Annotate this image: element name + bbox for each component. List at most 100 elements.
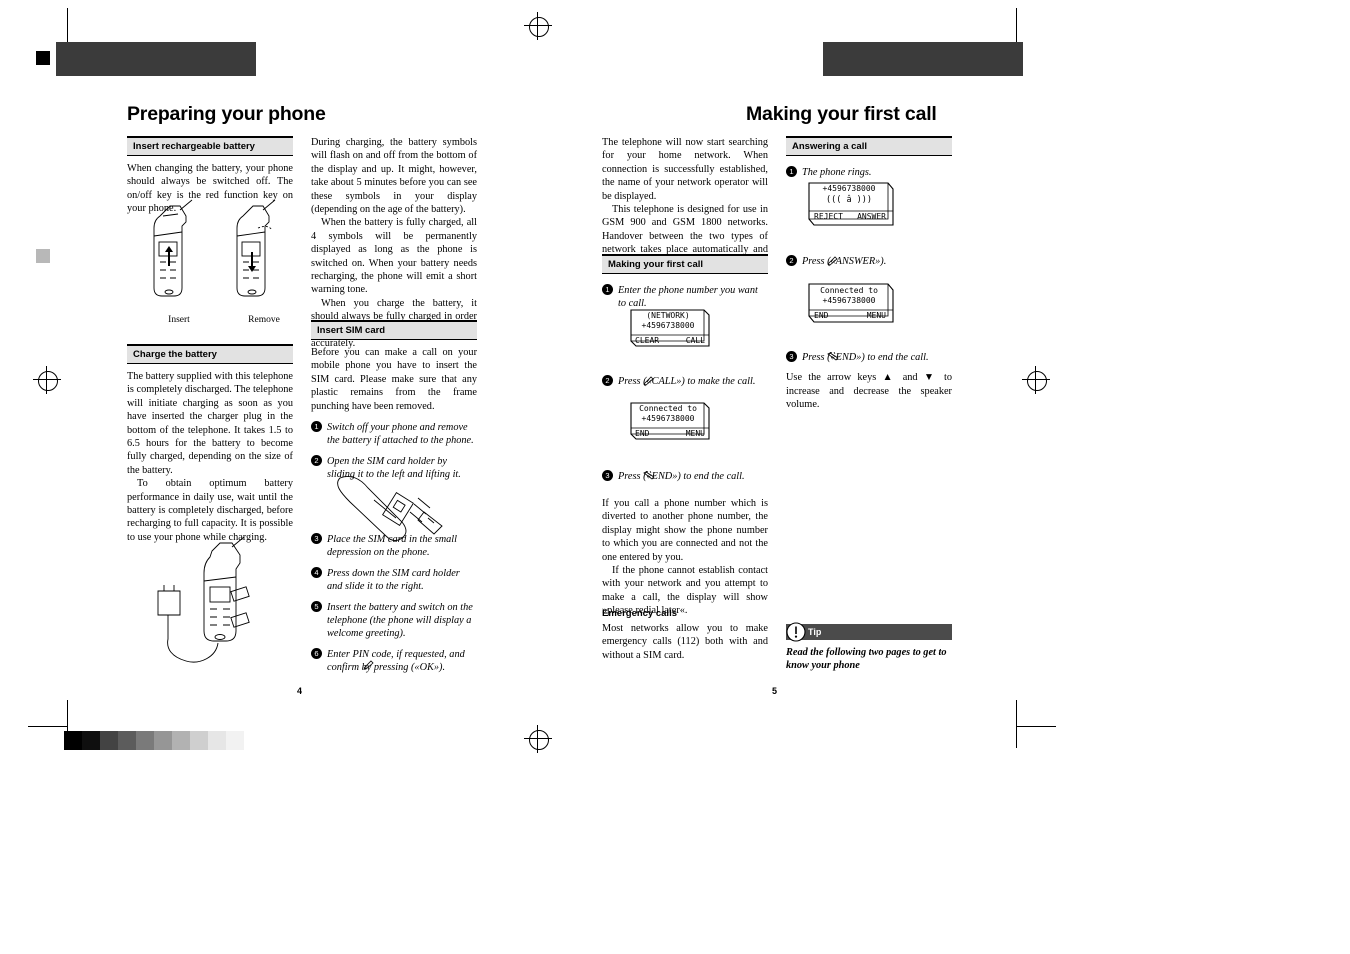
page-number-left: 4 bbox=[297, 686, 303, 696]
step-number-2: 2 bbox=[786, 255, 797, 266]
answer-step-1-text: The phone rings. bbox=[802, 167, 872, 178]
key-icon-answer bbox=[827, 256, 838, 270]
answer-step-1: 1 The phone rings. bbox=[786, 166, 952, 179]
lcd-connected-right-line1: Connected to bbox=[820, 286, 878, 295]
lcd-connected-display-right: Connected to +4596738000 END MENU bbox=[806, 281, 896, 325]
sim-step-4-text: Press down the SIM card holder and slide… bbox=[327, 567, 460, 593]
sim-step-1: 1 Switch off your phone and remove the b… bbox=[311, 421, 477, 448]
lcd-connected-right-softkey-left: END bbox=[814, 311, 829, 320]
sim-step-6: 6 Enter PIN code, if requested, and conf… bbox=[311, 647, 477, 675]
side-marker-gray bbox=[36, 249, 50, 263]
step-number-1: 1 bbox=[311, 421, 322, 433]
step-number-3: 3 bbox=[786, 351, 797, 362]
lcd-connected-line2: +4596738000 bbox=[641, 414, 695, 423]
tip-heading: Tip bbox=[786, 624, 952, 640]
answer-step-2: 2 Press («ANSWER»). bbox=[786, 255, 952, 268]
step-number-1: 1 bbox=[786, 166, 797, 177]
section-heading-making-first-call: Making your first call bbox=[602, 254, 768, 274]
figure-caption-insert: Insert bbox=[168, 315, 190, 325]
lcd-connected-softkey-right: MENU bbox=[685, 429, 705, 438]
step-number-4: 4 bbox=[311, 566, 322, 578]
lcd-network-line2: +4596738000 bbox=[641, 321, 695, 330]
registration-mark-top bbox=[524, 12, 552, 40]
lcd-connected-right-line2: +4596738000 bbox=[822, 296, 876, 305]
crop-mark-left-top bbox=[28, 726, 68, 727]
registration-mark-right bbox=[1022, 366, 1050, 394]
charging-p1: During charging, the battery symbols wil… bbox=[311, 137, 477, 216]
tip-box: Tip Read the following two pages to get … bbox=[786, 624, 952, 673]
figure-insert-remove-battery bbox=[140, 192, 300, 322]
figure-caption-remove: Remove bbox=[248, 315, 280, 325]
lcd-connected-line1: Connected to bbox=[639, 404, 697, 413]
subheading-emergency-calls: Emergency calls bbox=[602, 608, 677, 619]
tip-body: Read the following two pages to get to k… bbox=[786, 647, 947, 672]
right-col2-step3: 3 Press («END») to end the call. Use the… bbox=[786, 351, 952, 412]
sim-step-1-text: Switch off your phone and remove the bat… bbox=[327, 422, 474, 447]
key-icon-call bbox=[643, 376, 654, 390]
right-page-title: Making your first call bbox=[746, 103, 937, 125]
crop-mark-bottom-right bbox=[1016, 700, 1017, 748]
tip-exclamation-icon bbox=[786, 622, 806, 647]
registration-mark-left bbox=[33, 366, 61, 394]
step-number-2: 2 bbox=[311, 454, 322, 466]
answer-step-2-text: Press («ANSWER»). bbox=[802, 256, 887, 267]
section-heading-insert-sim: Insert SIM card bbox=[311, 320, 477, 340]
left-col1-charge: Charge the battery The battery supplied … bbox=[127, 344, 293, 544]
answer-step-3: 3 Press («END») to end the call. bbox=[786, 351, 952, 364]
lcd-network-softkey-left: CLEAR bbox=[635, 336, 660, 345]
right-col1: The telephone will now start searching f… bbox=[602, 136, 768, 270]
key-icon-end bbox=[643, 470, 655, 485]
section-heading-insert-battery: Insert rechargeable battery bbox=[127, 136, 293, 156]
step-number-2: 2 bbox=[602, 375, 613, 386]
section-heading-charge-battery: Charge the battery bbox=[127, 344, 293, 364]
document-page: Preparing your phone Insert rechargeable… bbox=[0, 0, 1350, 954]
call-step-2-text: Press («CALL») to make the call. bbox=[618, 376, 756, 387]
lcd-incoming-number: +4596738000 bbox=[822, 184, 876, 193]
lcd-connected-display: Connected to +4596738000 END MENU bbox=[628, 400, 712, 442]
call-step-1-text: Enter the phone number you want to call. bbox=[618, 285, 758, 310]
answer-step-3-text: Press («END») to end the call. bbox=[802, 352, 929, 363]
lcd-incoming-ring-icon: ((( â ))) bbox=[825, 195, 873, 205]
charge-battery-p1: The battery supplied with this telephone… bbox=[127, 371, 293, 476]
header-bar-left bbox=[56, 42, 256, 76]
lcd-incoming-softkey-answer: ANSWER bbox=[857, 212, 886, 221]
step-number-1: 1 bbox=[602, 284, 613, 295]
network-p1: The telephone will now start searching f… bbox=[602, 137, 768, 202]
lcd-network-display: (NETWORK) +4596738000 CLEAR CALL bbox=[628, 307, 712, 349]
sim-step-6-text: Enter PIN code, if requested, and confir… bbox=[327, 648, 465, 674]
call-step-3: 3 Press («END») to end the call. bbox=[602, 470, 768, 483]
key-icon-end-right bbox=[827, 351, 839, 366]
step-number-3: 3 bbox=[311, 533, 322, 544]
diverted-p1: If you call a phone number which is dive… bbox=[602, 498, 768, 563]
color-swatch-strip bbox=[64, 731, 244, 750]
volume-note: Use the arrow keys ▲ and ▼ to increase a… bbox=[786, 372, 952, 411]
crop-mark-right-top bbox=[1016, 726, 1056, 727]
section-heading-answering-call: Answering a call bbox=[786, 136, 952, 156]
lcd-connected-softkey-left: END bbox=[635, 429, 650, 438]
charging-p2: When the battery is fully charged, all 4… bbox=[311, 217, 477, 296]
lcd-connected-right-softkey-right: MENU bbox=[866, 311, 886, 320]
right-col2-step2: 2 Press («ANSWER»). bbox=[786, 255, 952, 275]
lcd-network-line1: (NETWORK) bbox=[646, 311, 690, 320]
corner-square-black bbox=[36, 51, 50, 65]
sim-step-3-text: Place the SIM card in the small depressi… bbox=[327, 534, 458, 559]
step-number-5: 5 bbox=[311, 600, 322, 612]
step-number-3: 3 bbox=[602, 470, 613, 481]
sim-step-4: 4 Press down the SIM card holder and sli… bbox=[311, 566, 477, 594]
insert-sim-intro: Before you can make a call on your mobil… bbox=[311, 347, 477, 412]
call-step-2: 2 Press («CALL») to make the call. bbox=[602, 375, 768, 388]
figure-charger bbox=[140, 533, 310, 678]
emergency-body: Most networks allow you to make emergenc… bbox=[602, 623, 768, 661]
right-col1-after: If you call a phone number which is dive… bbox=[602, 497, 768, 618]
sim-step-5: 5 Insert the battery and switch on the t… bbox=[311, 600, 477, 641]
right-col1-step2: 2 Press («CALL») to make the call. bbox=[602, 375, 768, 395]
left-col2-sim: Insert SIM card Before you can make a ca… bbox=[311, 320, 477, 489]
sim-step-5-text: Insert the battery and switch on the tel… bbox=[327, 601, 473, 640]
page-number-right: 5 bbox=[772, 686, 778, 696]
sim-step-3: 3 Place the SIM card in the small depres… bbox=[311, 533, 477, 560]
call-step-3-text: Press («END») to end the call. bbox=[618, 471, 745, 482]
right-col2: Answering a call 1 The phone rings. bbox=[786, 136, 952, 186]
right-col1-step3: 3 Press («END») to end the call. bbox=[602, 470, 768, 490]
key-icon-ok bbox=[363, 660, 374, 674]
registration-mark-bottom bbox=[524, 725, 552, 753]
